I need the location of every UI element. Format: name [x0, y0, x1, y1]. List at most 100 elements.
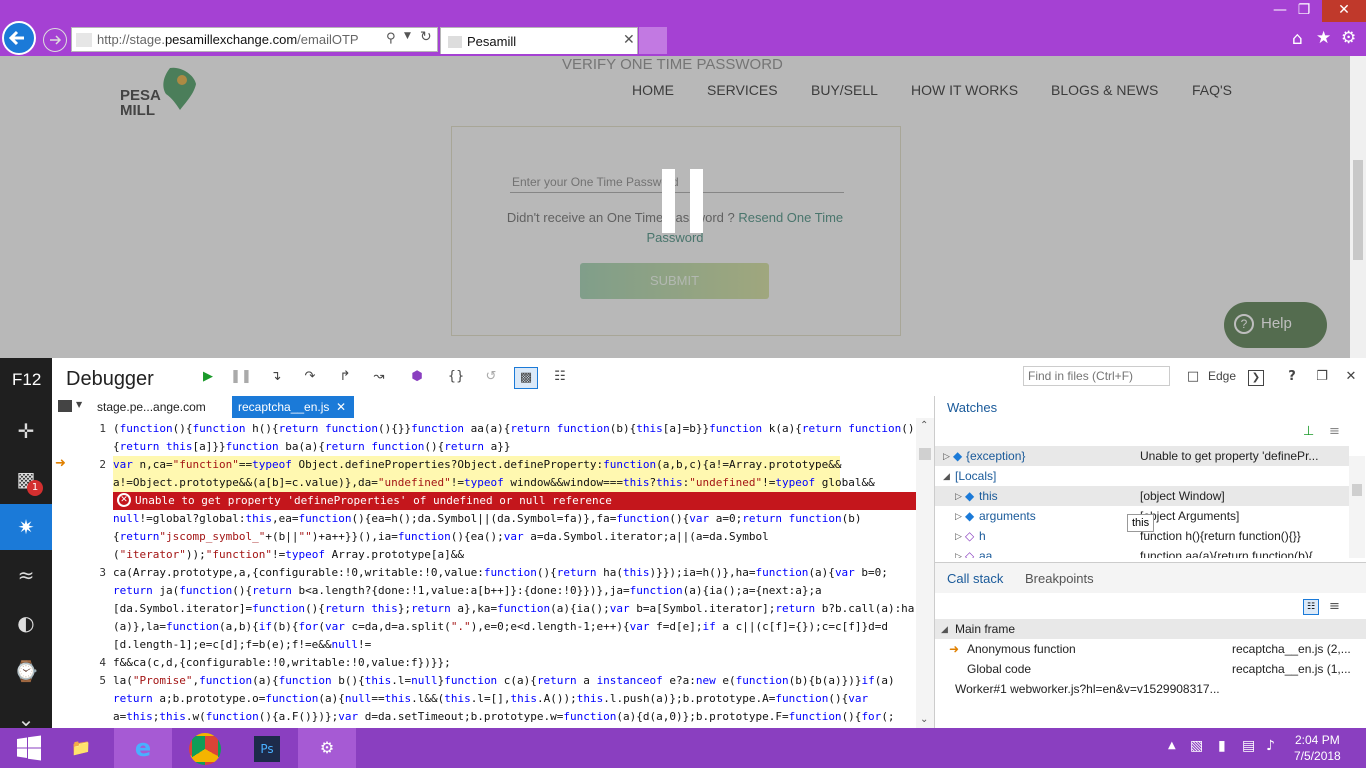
remote-desktop-icon[interactable]: ⚙: [298, 728, 356, 768]
photoshop-icon[interactable]: Ps: [238, 728, 296, 768]
find-in-files-input[interactable]: [1023, 366, 1170, 386]
dropdown-icon[interactable]: ▼: [404, 31, 411, 41]
expand-icon[interactable]: ▷: [955, 546, 962, 558]
clock[interactable]: 2:04 PM 7/5/2018: [1294, 732, 1341, 764]
restore-button[interactable]: ❐: [1282, 0, 1326, 22]
internet-explorer-icon[interactable]: e: [114, 728, 172, 768]
watches-scroll-thumb[interactable]: [1352, 484, 1362, 496]
exception-behavior-icon[interactable]: ⬢: [406, 367, 428, 387]
console-error-badge: 1: [27, 480, 43, 496]
file-explorer-icon[interactable]: 📁: [52, 728, 110, 768]
url-text[interactable]: http://stage.pesamillexchange.com/emailO…: [97, 32, 359, 47]
add-watch-icon[interactable]: ⊥: [1303, 424, 1314, 439]
step-into-icon[interactable]: ↴: [265, 367, 287, 387]
code-line: return ja(function(){return b<a.length?{…: [113, 584, 822, 597]
code-scrollbar[interactable]: ⌃ ⌄: [916, 418, 934, 728]
code-scroll-thumb[interactable]: [919, 448, 931, 460]
scroll-down-icon[interactable]: ⌄: [920, 714, 928, 725]
tray-app-icon[interactable]: ▧: [1190, 738, 1203, 754]
windows-logo-icon: [17, 735, 41, 761]
watch-row[interactable]: ▷ ◆ {exception} Unable to get property '…: [935, 446, 1349, 466]
address-bar[interactable]: http://stage.pesamillexchange.com/emailO…: [71, 27, 438, 52]
folder-dropdown-icon[interactable]: ▼: [76, 400, 82, 409]
search-icon[interactable]: ⚲: [386, 31, 396, 46]
expand-icon[interactable]: ▷: [955, 486, 962, 506]
browser-mode-select[interactable]: Edge: [1208, 369, 1236, 383]
site-favicon-icon: [76, 33, 92, 47]
callstack-group[interactable]: ◢ Main frame: [935, 619, 1366, 639]
dom-explorer-icon[interactable]: ✛: [0, 408, 52, 454]
console-toggle-icon[interactable]: ❯: [1248, 370, 1264, 386]
devtools-toolbar: Debugger ▶ ❚❚ ↴ ↷ ↱ ↝ ⬢ {} ↺ ▩ ☷ □ Edge …: [52, 358, 1366, 397]
memory-icon[interactable]: ⌚: [0, 648, 52, 694]
collapse-icon[interactable]: ◢: [941, 619, 948, 639]
battery-icon[interactable]: ▮: [1218, 738, 1226, 754]
new-tab-button[interactable]: [639, 27, 667, 54]
back-button[interactable]: [2, 21, 36, 55]
callstack-frame[interactable]: ➜ Anonymous function recaptcha__en.js (2…: [935, 639, 1366, 659]
tab-favicon-icon: [448, 36, 462, 48]
network-icon[interactable]: ≈: [0, 552, 52, 598]
source-maps-icon[interactable]: ☷: [549, 367, 571, 387]
volume-icon[interactable]: ♪: [1266, 738, 1275, 754]
watch-row[interactable]: ▷ ◆ this [object Window]: [935, 486, 1349, 506]
collapse-frames-icon[interactable]: ≡: [1329, 599, 1340, 614]
pretty-print-icon[interactable]: {}: [445, 367, 467, 387]
close-tab-icon[interactable]: ✕: [623, 32, 635, 48]
expand-icon[interactable]: ▷: [943, 446, 950, 466]
debugger-icon[interactable]: ✷: [0, 504, 52, 550]
watch-row[interactable]: ▷ ◇ aa function aa(a){return function(b)…: [935, 546, 1349, 558]
watch-name: this: [979, 489, 998, 503]
file-tab-page[interactable]: stage.pe...ange.com: [91, 396, 212, 418]
forward-button[interactable]: [43, 28, 67, 52]
scroll-up-icon[interactable]: ⌃: [920, 420, 928, 431]
line-number: 5: [99, 674, 106, 687]
emulation-icon[interactable]: □: [1182, 367, 1204, 387]
refresh-icon[interactable]: ↻: [420, 29, 432, 45]
tab-breakpoints[interactable]: Breakpoints: [1025, 571, 1094, 586]
just-my-code-icon[interactable]: ▩: [514, 367, 538, 389]
show-frames-icon[interactable]: ☷: [1303, 599, 1319, 615]
home-icon[interactable]: ⌂: [1292, 29, 1303, 49]
settings-gear-icon[interactable]: ⚙: [1341, 28, 1356, 48]
continue-icon[interactable]: ▶: [197, 367, 219, 387]
worker-row[interactable]: Worker#1 webworker.js?hl=en&v=v152990831…: [935, 679, 1366, 699]
collapse-icon[interactable]: ◢: [943, 466, 950, 486]
performance-icon[interactable]: ◐: [0, 600, 52, 646]
console-icon[interactable]: ▩: [0, 456, 52, 502]
watch-name: {exception}: [966, 449, 1026, 463]
break-on-new-worker-icon[interactable]: ↝: [368, 367, 390, 387]
function-icon: ◇: [965, 529, 975, 543]
word-wrap-icon[interactable]: ↺: [480, 367, 502, 387]
break-icon[interactable]: ❚❚: [230, 367, 252, 387]
chrome-icon[interactable]: [176, 728, 234, 768]
start-button[interactable]: [0, 728, 58, 768]
file-tab-recaptcha[interactable]: recaptcha__en.js ✕: [232, 396, 354, 418]
help-icon[interactable]: ?: [1281, 367, 1303, 387]
step-over-icon[interactable]: ↷: [299, 367, 321, 387]
expand-icon[interactable]: ▷: [955, 506, 962, 526]
page-scroll-thumb[interactable]: [1353, 160, 1363, 260]
watches-scrollbar[interactable]: [1349, 456, 1365, 558]
network-tray-icon[interactable]: ▤: [1242, 738, 1255, 754]
line-number: 2: [99, 458, 106, 471]
browser-tab[interactable]: Pesamill ✕: [440, 27, 638, 54]
code-editor[interactable]: 1 (function(){function h(){return functi…: [52, 418, 934, 728]
callstack-frame[interactable]: Global code recaptcha__en.js (1,...: [935, 659, 1366, 679]
watch-name: arguments: [979, 509, 1036, 523]
folder-icon[interactable]: [58, 400, 72, 412]
close-window-button[interactable]: ✕: [1322, 0, 1366, 22]
devtools-panel: F12 ✛ ▩ 1 ✷ ≈ ◐ ⌚ ⌄ Debugger ▶ ❚❚ ↴ ↷ ↱ …: [0, 358, 1366, 731]
show-hidden-icons[interactable]: ▲: [1168, 740, 1176, 751]
close-devtools-icon[interactable]: ✕: [1340, 367, 1362, 387]
close-file-tab-icon[interactable]: ✕: [336, 396, 346, 418]
page-scrollbar[interactable]: [1350, 56, 1366, 358]
undock-icon[interactable]: ❐: [1311, 367, 1333, 387]
expand-icon[interactable]: ▷: [955, 526, 962, 546]
delete-all-watches-icon[interactable]: ≡: [1329, 424, 1340, 439]
frame-name: Anonymous function: [967, 642, 1076, 656]
step-out-icon[interactable]: ↱: [334, 367, 356, 387]
watch-row[interactable]: ◢ [Locals]: [935, 466, 1349, 486]
tab-call-stack[interactable]: Call stack: [947, 571, 1003, 586]
favorites-star-icon[interactable]: ★: [1316, 28, 1331, 48]
